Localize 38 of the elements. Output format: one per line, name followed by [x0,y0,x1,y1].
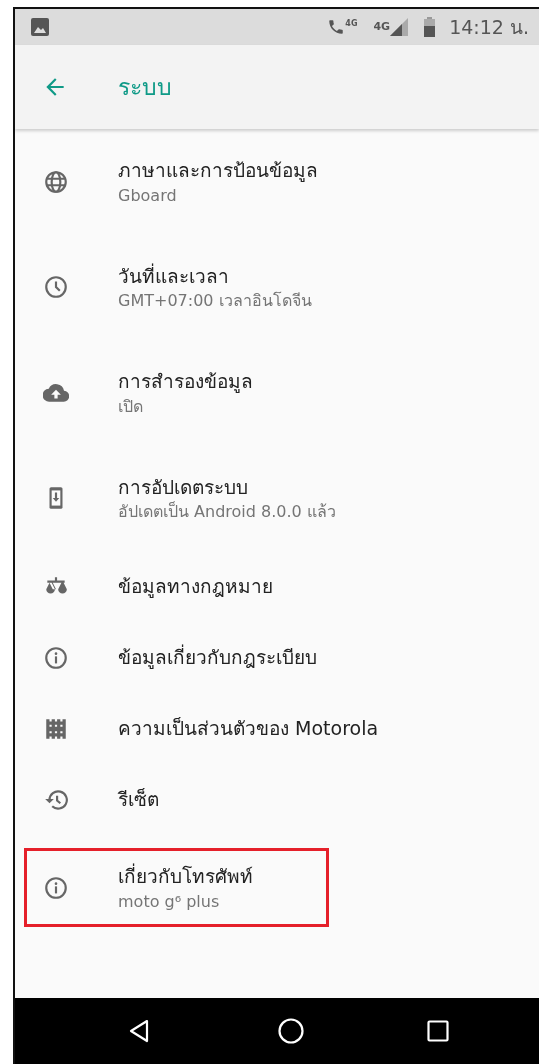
signal-icon [390,18,409,36]
home-nav-button[interactable] [278,1018,304,1044]
recents-nav-button[interactable] [427,1020,449,1042]
info-icon [43,644,69,671]
item-subtitle: Gboard [118,184,178,207]
settings-item[interactable]: ข้อมูลเกี่ยวกับกฎระเบียบ [24,629,530,686]
item-title: การสำรองข้อมูล [118,369,253,395]
item-title: ข้อมูลทางกฎหมาย [118,574,273,600]
image-icon [31,18,49,36]
screen-title: ระบบ [118,72,172,102]
item-subtitle: เปิด [118,395,144,418]
settings-item[interactable]: ภาษาและการป้อนข้อมูล Gboard [24,142,530,222]
globe-icon [43,168,69,195]
item-title: รีเซ็ต [118,787,159,813]
item-title: วันที่และเวลา [118,262,230,289]
settings-item[interactable]: เกี่ยวกับโทรศัพท์ moto g⁶ plus [24,848,329,928]
info-icon [43,874,69,901]
clock-icon [43,274,69,301]
battery-icon [424,17,436,37]
back-nav-button[interactable] [128,1019,150,1043]
settings-item[interactable]: การสำรองข้อมูล เปิด [24,353,530,433]
settings-item[interactable]: การอัปเดตระบบ อัปเดตเป็น Android 8.0.0 แล้ว [24,458,530,538]
item-title: ภาษาและการป้อนข้อมูล [118,158,318,184]
item-subtitle: อัปเดตเป็น Android 8.0.0 แล้ว [118,501,336,524]
item-title: ข้อมูลเกี่ยวกับกฎระเบียบ [118,643,317,671]
item-subtitle: moto g⁶ plus [118,890,221,913]
phone-icon [327,18,346,36]
item-title: เกี่ยวกับโทรศัพท์ [118,862,253,890]
item-title: การอัปเดตระบบ [118,474,249,500]
network-type: 4G [373,18,391,35]
item-subtitle: GMT+07:00 เวลาอินโดจีน [118,290,312,313]
settings-item[interactable]: ความเป็นส่วนตัวของ Motorola [24,700,530,757]
volte-label: 4G [345,18,358,30]
item-title: ความเป็นส่วนตัวของ Motorola [118,716,379,742]
settings-item[interactable]: ข้อมูลทางกฎหมาย [24,558,530,615]
status-time: 14:12 น. [449,14,529,40]
settings-item[interactable]: วันที่และเวลา GMT+07:00 เวลาอินโดจีน [24,247,530,327]
settings-item[interactable]: รีเซ็ต [24,771,530,828]
